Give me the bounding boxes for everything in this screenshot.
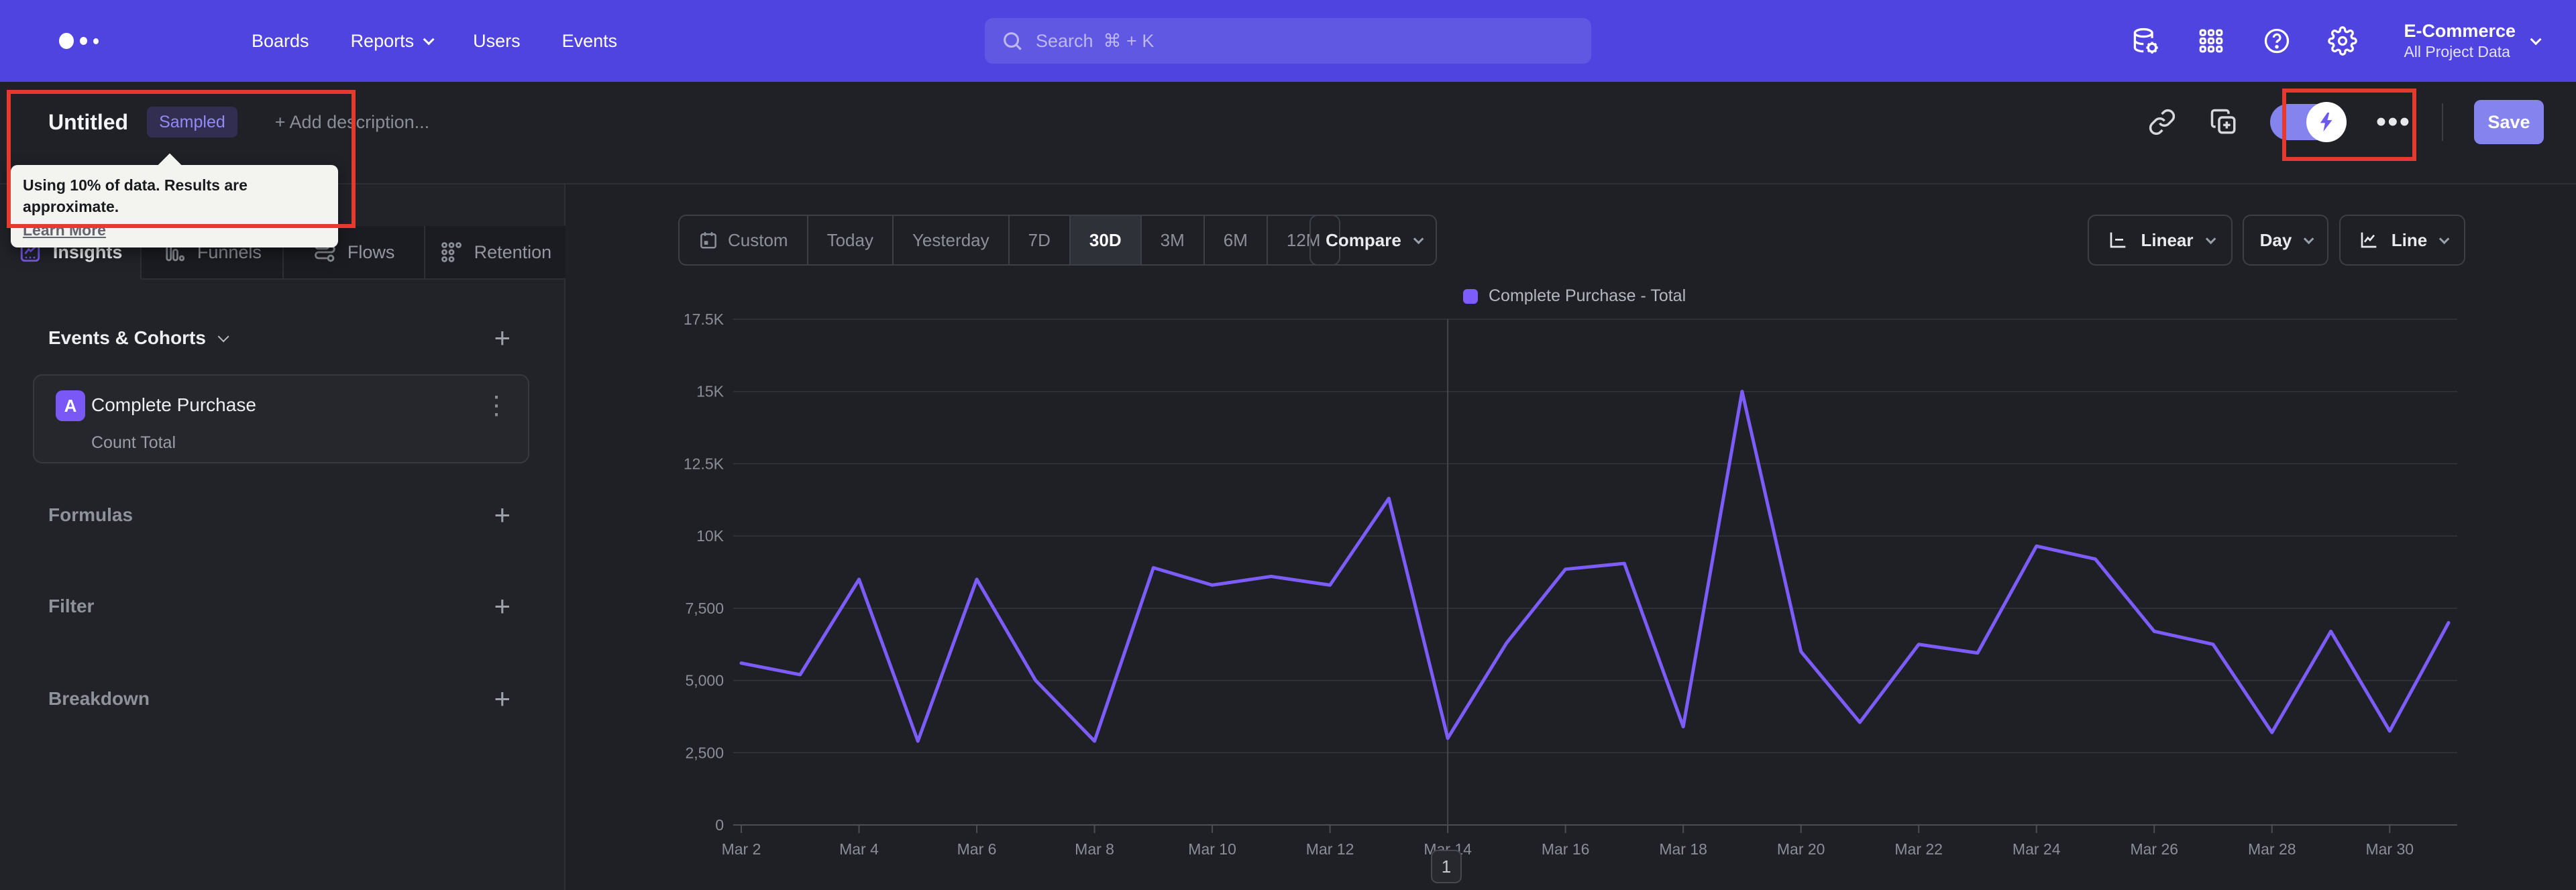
more-options-button[interactable]: •••	[2376, 107, 2411, 137]
add-event-button[interactable]: +	[494, 324, 511, 352]
divider	[2442, 103, 2443, 141]
project-scope: All Project Data	[2404, 43, 2510, 61]
date-range-segmented-control: Custom Today Yesterday 7D 30D 3M 6M 12M	[678, 215, 1341, 266]
range-7d[interactable]: 7D	[1010, 216, 1071, 264]
breakdown-label: Breakdown	[48, 688, 150, 709]
sampling-tooltip: Using 10% of data. Results are approxima…	[11, 165, 338, 248]
nav-events[interactable]: Events	[562, 31, 618, 52]
range-6m[interactable]: 6M	[1205, 216, 1268, 264]
project-name: E-Commerce	[2404, 21, 2516, 42]
add-description-button[interactable]: + Add description...	[275, 112, 429, 133]
scale-selector[interactable]: Linear	[2088, 215, 2233, 266]
svg-text:Mar 28: Mar 28	[2248, 840, 2296, 858]
chevron-down-icon	[2530, 34, 2542, 46]
event-card[interactable]: A Complete Purchase ⋮ Count Total	[33, 374, 529, 463]
event-metric[interactable]: Count Total	[91, 433, 176, 453]
svg-text:Mar 18: Mar 18	[1659, 840, 1707, 858]
add-formula-button[interactable]: +	[494, 501, 511, 529]
event-kebab-menu[interactable]: ⋮	[484, 390, 509, 421]
linear-axis-icon	[2107, 229, 2129, 251]
nav-boards[interactable]: Boards	[252, 31, 309, 52]
events-cohorts-header[interactable]: Events & Cohorts	[48, 327, 229, 349]
svg-text:17.5K: 17.5K	[684, 311, 724, 328]
lightning-bolt-icon	[2306, 102, 2347, 142]
range-today[interactable]: Today	[808, 216, 894, 264]
svg-text:Mar 4: Mar 4	[839, 840, 879, 858]
chevron-down-icon	[1413, 233, 1424, 244]
chevron-down-icon	[423, 34, 435, 46]
formulas-label: Formulas	[48, 504, 133, 525]
apps-grid-icon[interactable]	[2196, 25, 2226, 56]
top-nav: Boards Reports Users Events Search ⌘ + K…	[0, 0, 2576, 82]
chart-type-selector[interactable]: Line	[2339, 215, 2465, 266]
sampled-badge[interactable]: Sampled	[147, 107, 237, 137]
search-bar[interactable]	[985, 18, 1591, 64]
svg-text:0: 0	[715, 816, 724, 834]
svg-text:Mar 12: Mar 12	[1306, 840, 1354, 858]
event-series-badge: A	[56, 390, 85, 421]
range-yesterday[interactable]: Yesterday	[894, 216, 1010, 264]
save-button[interactable]: Save	[2474, 100, 2544, 144]
add-to-board-icon[interactable]	[2208, 107, 2239, 137]
svg-text:7,500: 7,500	[685, 600, 724, 617]
add-breakdown-button[interactable]: +	[494, 685, 511, 713]
project-switcher[interactable]: E-Commerce All Project Data	[2404, 20, 2542, 61]
tooltip-text: Using 10% of data. Results are approxima…	[23, 176, 248, 216]
page-button[interactable]: 1	[1431, 850, 1462, 883]
svg-text:Mar 26: Mar 26	[2130, 840, 2178, 858]
app-window: Boards Reports Users Events Search ⌘ + K…	[0, 0, 2576, 890]
copy-link-icon[interactable]	[2147, 107, 2178, 137]
line-chart-icon	[2358, 229, 2379, 251]
svg-text:12.5K: 12.5K	[684, 455, 724, 472]
add-filter-button[interactable]: +	[494, 592, 511, 620]
tab-retention[interactable]: Retention	[425, 226, 566, 280]
svg-text:Mar 22: Mar 22	[1894, 840, 1943, 858]
sampling-toggle[interactable]	[2269, 102, 2347, 142]
data-management-icon[interactable]	[2130, 25, 2161, 56]
filter-label: Filter	[48, 596, 95, 616]
chevron-down-icon	[2205, 233, 2216, 244]
mixpanel-logo-icon[interactable]	[59, 33, 99, 49]
line-chart[interactable]: 0 2,500 5,000 7,500 10K 12.5K 15K 17.5K Mar 2 Mar…	[566, 268, 2576, 890]
interval-selector[interactable]: Day	[2243, 215, 2328, 266]
help-icon[interactable]	[2261, 25, 2292, 56]
svg-text:15K: 15K	[696, 383, 724, 400]
svg-text:Mar 30: Mar 30	[2365, 840, 2414, 858]
learn-more-link[interactable]: Learn More	[23, 221, 106, 239]
settings-gear-icon[interactable]	[2327, 25, 2358, 56]
chevron-down-icon	[2439, 233, 2450, 244]
retention-icon	[439, 240, 464, 264]
search-icon	[1001, 30, 1024, 52]
report-header: Untitled Sampled + Add description... ••…	[0, 82, 2576, 184]
nav-users[interactable]: Users	[473, 31, 521, 52]
svg-text:2,500: 2,500	[685, 744, 724, 761]
compare-button[interactable]: Compare	[1309, 215, 1437, 266]
chart-panel: Custom Today Yesterday 7D 30D 3M 6M 12M …	[566, 184, 2576, 890]
svg-text:Mar 20: Mar 20	[1777, 840, 1825, 858]
report-title[interactable]: Untitled	[48, 110, 128, 135]
nav-reports[interactable]: Reports	[351, 31, 435, 52]
range-30d[interactable]: 30D	[1070, 216, 1142, 264]
svg-text:Mar 16: Mar 16	[1542, 840, 1590, 858]
svg-text:Mar 10: Mar 10	[1188, 840, 1236, 858]
chevron-down-icon	[2304, 233, 2314, 244]
svg-text:Mar 24: Mar 24	[2012, 840, 2061, 858]
range-custom[interactable]: Custom	[680, 216, 808, 264]
calendar-icon	[698, 230, 718, 250]
svg-text:Mar 8: Mar 8	[1075, 840, 1114, 858]
event-name: Complete Purchase	[91, 394, 256, 415]
chevron-down-icon	[217, 331, 229, 343]
range-3m[interactable]: 3M	[1142, 216, 1205, 264]
svg-text:Mar 2: Mar 2	[722, 840, 761, 858]
svg-text:Mar 6: Mar 6	[957, 840, 997, 858]
search-input[interactable]	[1036, 30, 1575, 52]
svg-text:5,000: 5,000	[685, 672, 724, 689]
query-sidebar: Insights Funnels Flows Retention Events …	[0, 184, 566, 890]
svg-text:10K: 10K	[696, 527, 724, 545]
